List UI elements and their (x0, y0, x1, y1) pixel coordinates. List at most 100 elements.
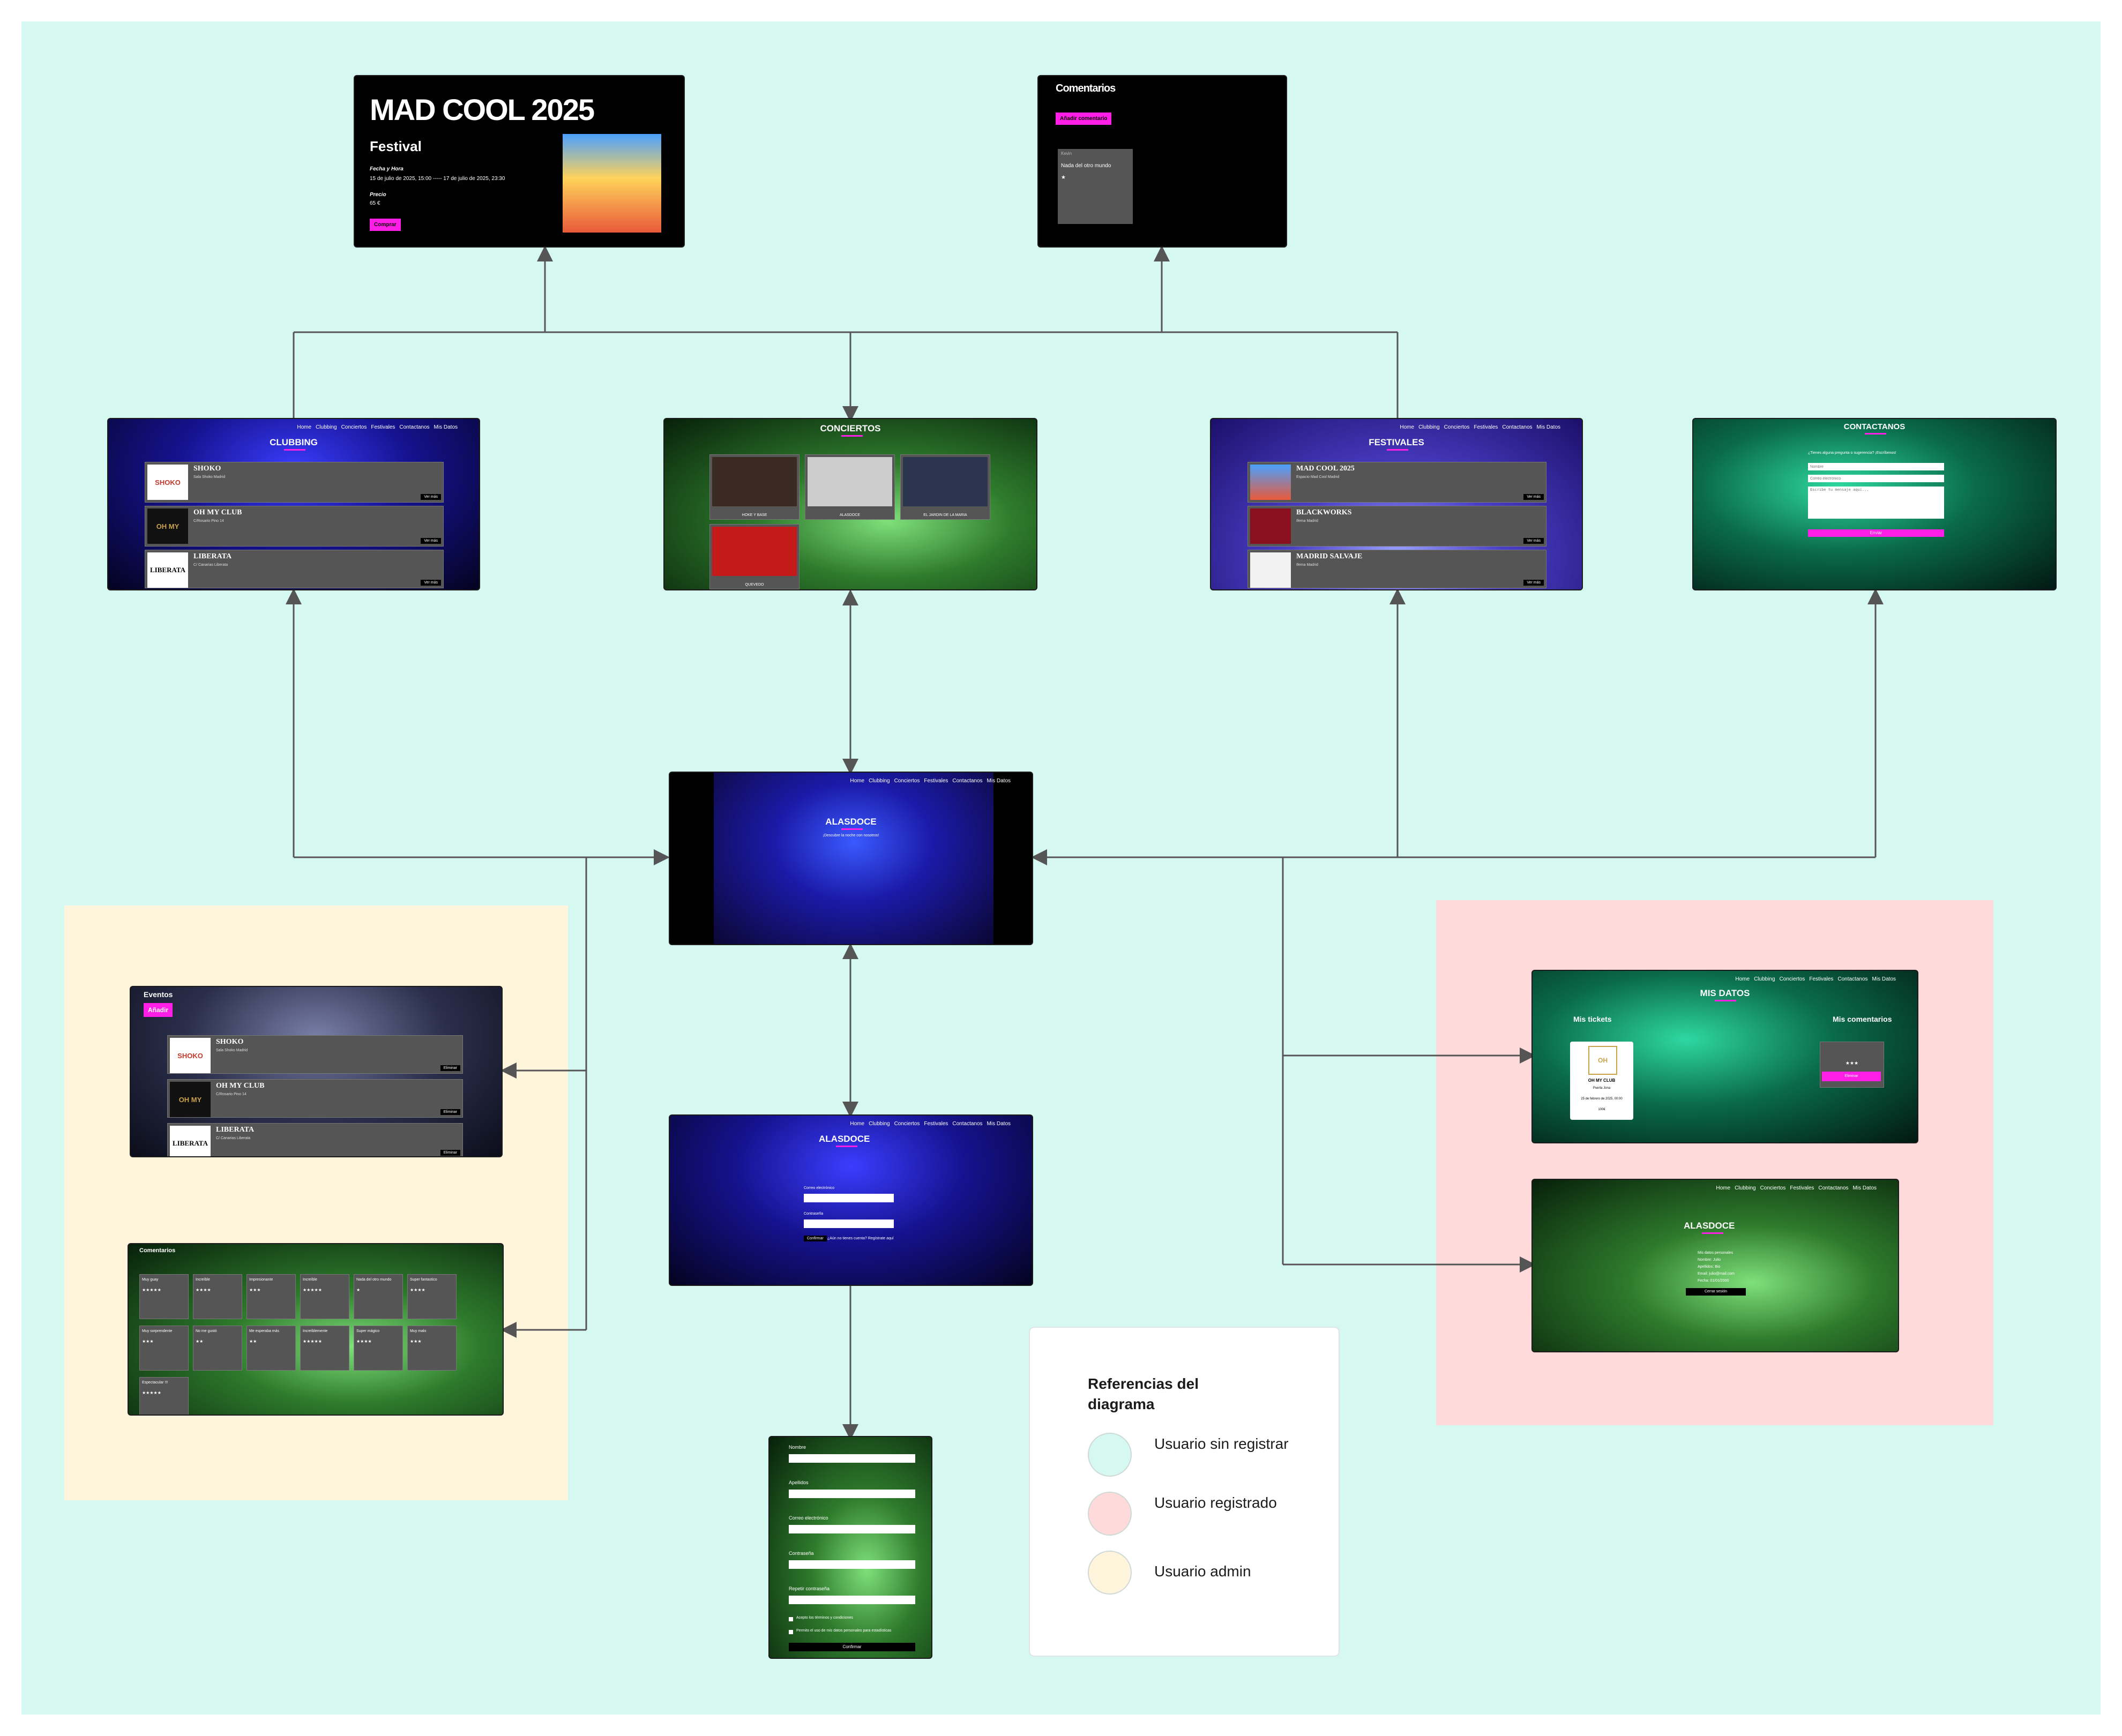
festival-poster (1250, 465, 1291, 500)
ticket-name: OH MY CLUB (1588, 1078, 1616, 1083)
title-underline (1865, 433, 1886, 435)
field-label: Apellidos (789, 1480, 809, 1485)
email-field[interactable] (789, 1525, 915, 1533)
legend-label-admin: Usuario admin (1154, 1563, 1251, 1580)
surname-field[interactable] (789, 1490, 915, 1498)
screen-mis-datos: Home Clubbing Conciertos Festivales Contacta… (1531, 970, 1918, 1143)
nav-conciertos[interactable]: Conciertos (894, 1121, 920, 1127)
nav-home[interactable]: Home (1735, 976, 1750, 982)
nav-contactanos[interactable]: Contactanos (952, 778, 982, 784)
password-label: Contraseña (804, 1212, 824, 1216)
nav-misdatos[interactable]: Mis Datos (1872, 976, 1896, 982)
comment-tile: Muy guay ★★★★★ (139, 1274, 189, 1319)
name-field[interactable] (789, 1454, 915, 1463)
nav-festivales[interactable]: Festivales (924, 1121, 948, 1127)
legend-box: Referencias del diagrama Usuario sin reg… (1029, 1327, 1340, 1657)
nav-conciertos[interactable]: Conciertos (1444, 424, 1470, 430)
see-more-button[interactable]: Ver más (421, 494, 441, 500)
item-name: SHOKO (193, 465, 221, 473)
data-checkbox[interactable] (789, 1630, 793, 1634)
concert-card[interactable]: EL JARDIN DE LA MARIA (900, 454, 990, 520)
nav-home[interactable]: Home (850, 778, 864, 784)
delete-button[interactable]: Eliminar (440, 1150, 460, 1156)
nav-home[interactable]: Home (1400, 424, 1414, 430)
artist-photo (903, 457, 988, 506)
item-name: OH MY CLUB (193, 508, 242, 517)
buy-button[interactable]: Comprar (370, 219, 401, 231)
nav-home[interactable]: Home (850, 1121, 864, 1127)
password-field[interactable] (804, 1219, 894, 1228)
nav-misdatos[interactable]: Mis Datos (987, 1121, 1011, 1127)
screen-home: Home Clubbing Conciertos Festivales Contacta… (669, 772, 1033, 945)
see-more-button[interactable]: Ver más (1523, 538, 1544, 544)
comment-stars: ★★★ (410, 1339, 422, 1344)
nav-clubbing[interactable]: Clubbing (316, 424, 337, 430)
profile-line: Fecha: 01/01/2000 (1698, 1279, 1729, 1283)
delete-button[interactable]: Eliminar (440, 1065, 460, 1071)
date-value: 15 de julio de 2025, 15:00 ----- 17 de j… (370, 176, 505, 182)
nav-misdatos[interactable]: Mis Datos (1537, 424, 1560, 430)
nav-contactanos[interactable]: Contactanos (399, 424, 429, 430)
concert-card[interactable]: QUEVEDO (709, 524, 800, 589)
nav-contactanos[interactable]: Contactanos (1837, 976, 1867, 982)
concert-card[interactable]: HOKE Y BASE (709, 454, 800, 520)
nav-misdatos[interactable]: Mis Datos (1853, 1185, 1877, 1191)
confirm-button[interactable]: Confirmar (789, 1643, 915, 1651)
email-field[interactable] (804, 1194, 894, 1202)
nav-festivales[interactable]: Festivales (1474, 424, 1498, 430)
nav-conciertos[interactable]: Conciertos (1780, 976, 1805, 982)
nav-misdatos[interactable]: Mis Datos (434, 424, 458, 430)
see-more-button[interactable]: Ver más (421, 580, 441, 586)
nav-clubbing[interactable]: Clubbing (1754, 976, 1775, 982)
message-input[interactable] (1808, 487, 1944, 519)
club-logo: OH (1588, 1046, 1617, 1075)
nav-bar: Home Clubbing Conciertos Festivales Contacta… (850, 1121, 1011, 1127)
date-label: Fecha y Hora (370, 166, 404, 172)
data-label: Permito el uso de mis datos personales p… (796, 1629, 892, 1633)
nav-festivales[interactable]: Festivales (371, 424, 395, 430)
profile-title: ALASDOCE (1684, 1221, 1735, 1231)
nav-conciertos[interactable]: Conciertos (1760, 1185, 1786, 1191)
concert-card[interactable]: ALASDOCE (805, 454, 895, 520)
nav-contactanos[interactable]: Contactanos (1502, 424, 1532, 430)
email-input[interactable] (1808, 475, 1944, 482)
nav-conciertos[interactable]: Conciertos (341, 424, 367, 430)
see-more-button[interactable]: Ver más (421, 538, 441, 544)
club-logo: LIBERATA (170, 1126, 211, 1156)
add-comment-button[interactable]: Añadir comentario (1056, 113, 1112, 125)
terms-checkbox[interactable] (789, 1617, 793, 1621)
nav-conciertos[interactable]: Conciertos (894, 778, 920, 784)
name-input[interactable] (1808, 463, 1944, 470)
nav-home[interactable]: Home (1716, 1185, 1730, 1191)
nav-contactanos[interactable]: Contactanos (952, 1121, 982, 1127)
comment-stars: ★★★ (249, 1288, 261, 1292)
register-link[interactable]: ¿Aún no tienes cuenta? Regístrate aquí (827, 1237, 894, 1240)
logout-button[interactable]: Cerrar sesión (1686, 1288, 1746, 1296)
nav-clubbing[interactable]: Clubbing (869, 1121, 890, 1127)
delete-button[interactable]: Eliminar (440, 1109, 460, 1115)
page-title: CONCIERTOS (820, 423, 881, 433)
list-item: MAD COOL 2025 Espacio Mad Cool Madrid Ve… (1247, 462, 1546, 503)
club-logo: SHOKO (170, 1038, 211, 1073)
screen-contacto: CONTACTANOS ¿Tienes alguna pregunta o su… (1692, 418, 2057, 590)
add-event-button[interactable]: Añadir (144, 1003, 173, 1017)
nav-clubbing[interactable]: Clubbing (869, 778, 890, 784)
see-more-button[interactable]: Ver más (1523, 494, 1544, 500)
nav-festivales[interactable]: Festivales (1809, 976, 1833, 982)
repeat-password-field[interactable] (789, 1596, 915, 1604)
artist-name: QUEVEDO (745, 583, 764, 587)
delete-comment-button[interactable]: Eliminar (1822, 1072, 1881, 1081)
comment-user: Kevin (1061, 151, 1072, 156)
nav-clubbing[interactable]: Clubbing (1418, 424, 1439, 430)
confirm-button[interactable]: Confirmar (804, 1236, 827, 1241)
send-button[interactable]: Enviar (1808, 529, 1944, 537)
password-field[interactable] (789, 1560, 915, 1569)
nav-festivales[interactable]: Festivales (1790, 1185, 1814, 1191)
nav-festivales[interactable]: Festivales (924, 778, 948, 784)
nav-clubbing[interactable]: Clubbing (1735, 1185, 1755, 1191)
nav-misdatos[interactable]: Mis Datos (987, 778, 1011, 784)
list-item: MADRID SALVAJE Ifema Madrid Ver más (1247, 550, 1546, 588)
nav-home[interactable]: Home (297, 424, 311, 430)
see-more-button[interactable]: Ver más (1523, 580, 1544, 586)
nav-contactanos[interactable]: Contactanos (1818, 1185, 1848, 1191)
